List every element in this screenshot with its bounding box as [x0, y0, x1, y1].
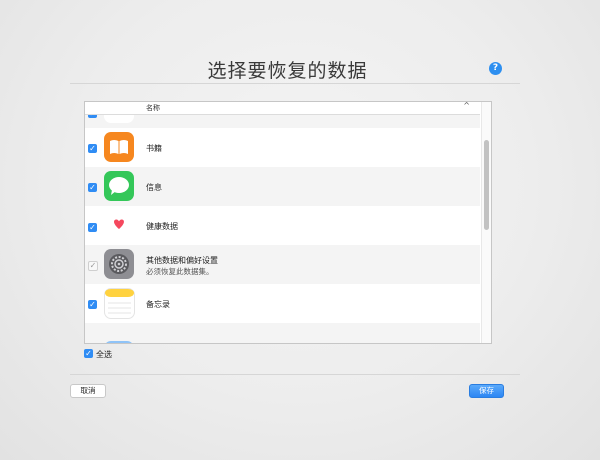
checkbox-health[interactable]: ✓ [88, 223, 97, 232]
table-scrollbar[interactable] [481, 102, 491, 343]
table-row-messages[interactable]: ✓ 信息 [85, 167, 480, 206]
help-button[interactable]: ? [489, 62, 502, 75]
notes-icon [104, 288, 135, 319]
row-label-books: 书籍 [146, 144, 162, 153]
data-table: ✓ “Home”数据 ✓ 书籍 ✓ [84, 101, 492, 344]
settings-gear-icon [104, 249, 134, 279]
sort-chevron-icon[interactable]: ^ [463, 102, 470, 110]
table-header[interactable]: 名称 ^ [85, 102, 480, 115]
app-icon [104, 341, 134, 343]
select-all-label: 全选 [96, 350, 112, 359]
top-divider [70, 83, 520, 84]
column-header-name[interactable]: 名称 [146, 103, 160, 113]
checkbox-other-data: ✓ [88, 261, 98, 271]
table-row-next[interactable] [85, 323, 480, 343]
table-row-notes[interactable]: ✓ 备忘录 [85, 284, 480, 323]
bottom-divider [70, 374, 520, 375]
checkbox-messages[interactable]: ✓ [88, 183, 97, 192]
row-label-health: 健康数据 [146, 222, 178, 231]
checkbox-books[interactable]: ✓ [88, 144, 97, 153]
row-sublabel-other-data: 必须恢复此数据集。 [146, 267, 214, 276]
cancel-button[interactable]: 取消 [70, 384, 106, 398]
scrollbar-thumb[interactable] [484, 140, 489, 230]
save-button[interactable]: 保存 [469, 384, 504, 398]
table-row-books[interactable]: ✓ 书籍 [85, 128, 480, 167]
row-label-messages: 信息 [146, 183, 162, 192]
row-label-notes: 备忘录 [146, 300, 170, 309]
select-all-checkbox[interactable]: ✓ [84, 349, 93, 358]
table-row-other-data[interactable]: ✓ 其他数据和偏好设置 必须恢复此数据集。 [85, 245, 480, 284]
checkbox-notes[interactable]: ✓ [88, 300, 97, 309]
books-icon [104, 132, 134, 162]
messages-icon [104, 171, 134, 201]
table-row-health[interactable]: ✓ 健康数据 [85, 206, 480, 245]
health-heart-icon [104, 210, 134, 240]
row-label-other-data: 其他数据和偏好设置 [146, 256, 218, 265]
